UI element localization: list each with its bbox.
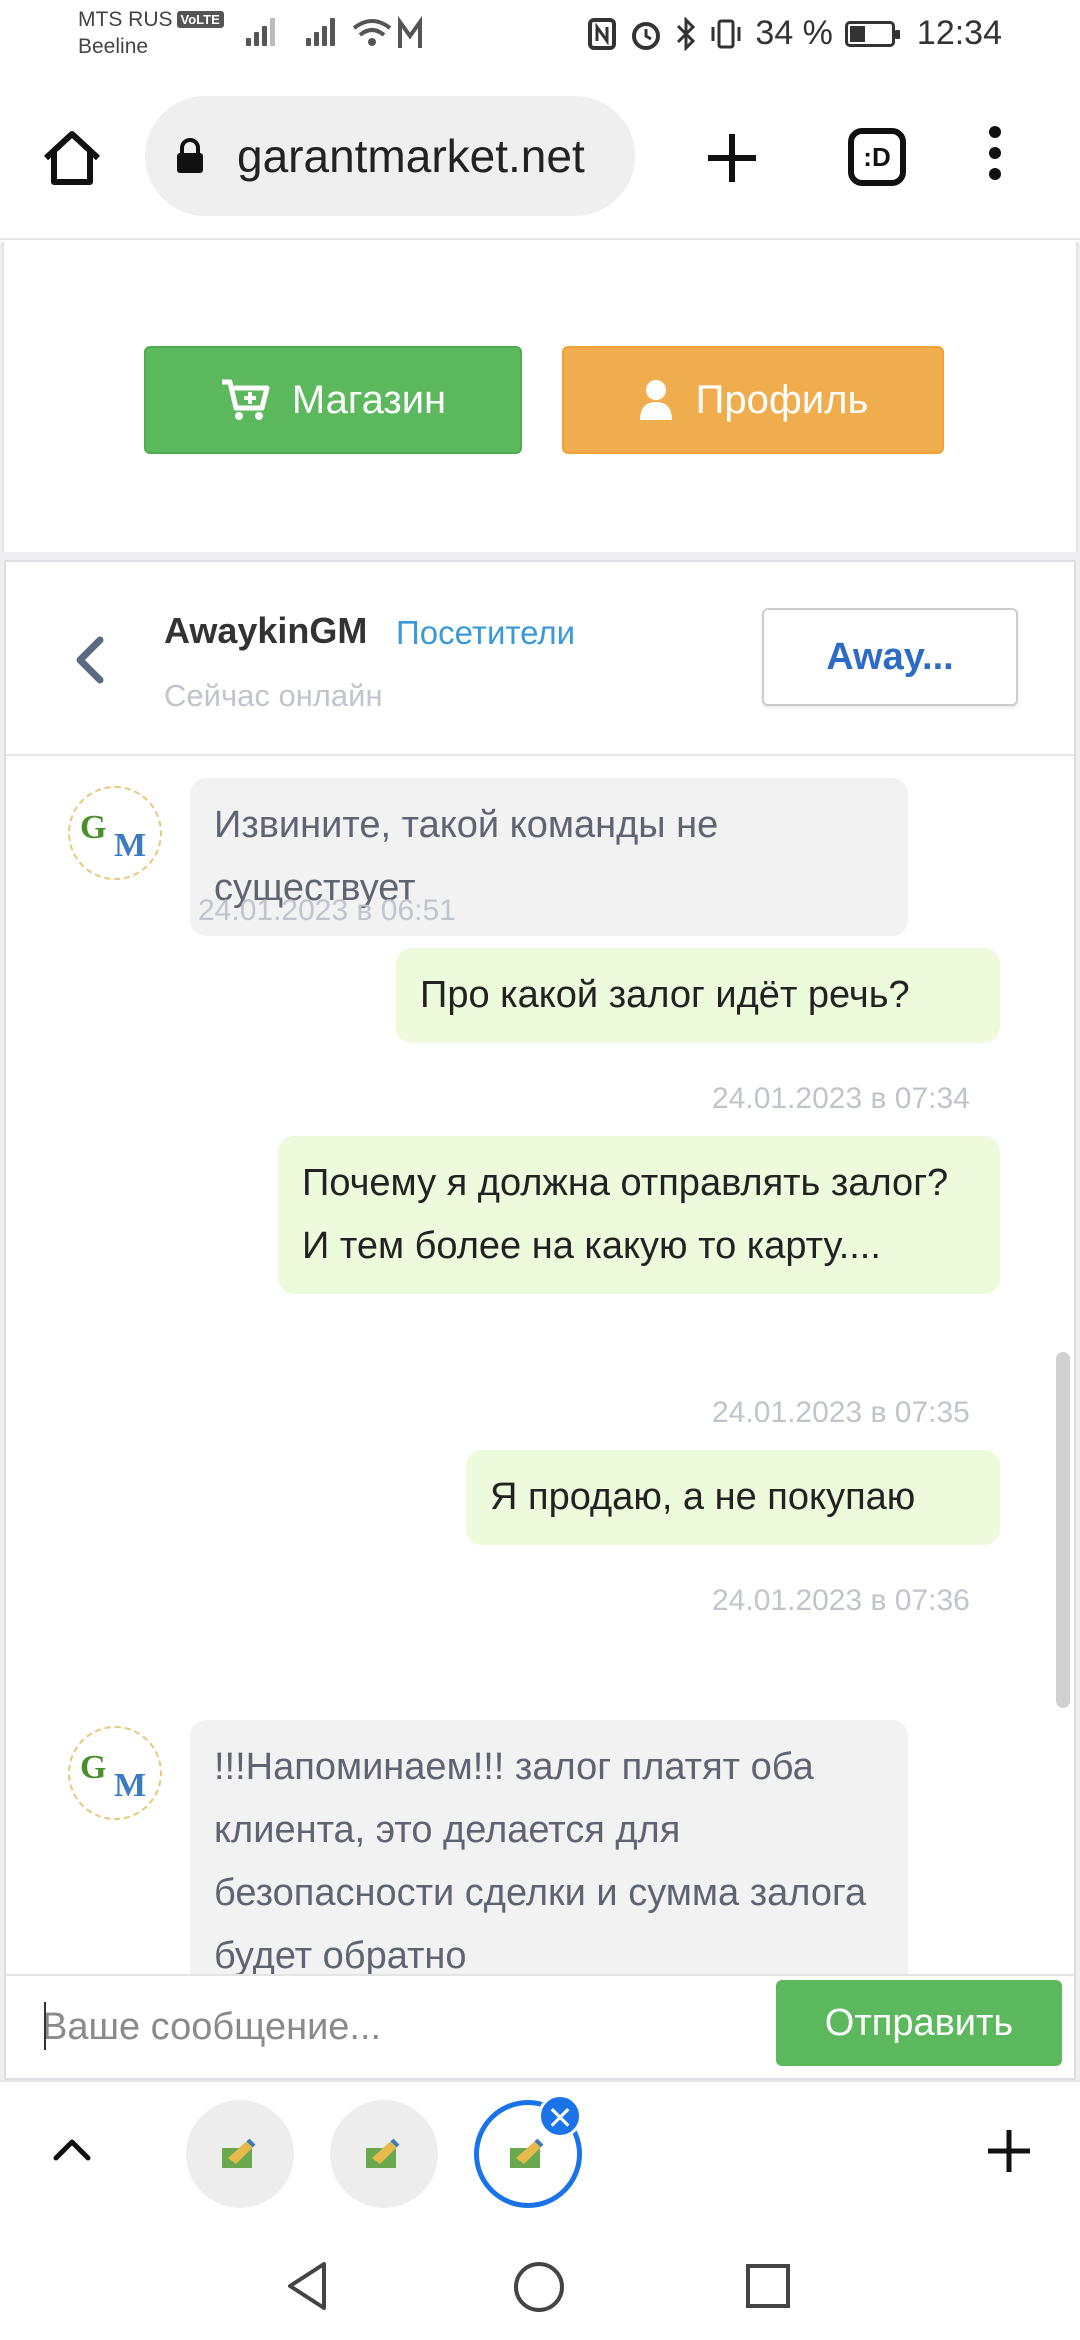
carrier-name-2: Beeline bbox=[78, 35, 149, 58]
message-bubble-outgoing: Я продаю, а не покупаю bbox=[466, 1450, 1000, 1545]
signal-icon-2 bbox=[306, 16, 335, 46]
page-content: Магазин Профиль AwaykinGM Посетители Сей… bbox=[0, 242, 1080, 2080]
contact-action-button[interactable]: Away... bbox=[762, 608, 1018, 706]
more-vertical-icon[interactable] bbox=[980, 126, 1010, 190]
nfc-icon bbox=[588, 17, 617, 50]
carrier-name-1: MTS RUS bbox=[78, 8, 173, 31]
recents-square-icon[interactable] bbox=[744, 2262, 792, 2310]
cart-plus-icon bbox=[221, 379, 270, 420]
alarm-icon bbox=[632, 21, 661, 50]
vibrate-icon bbox=[711, 19, 741, 48]
new-tab-plus-icon[interactable] bbox=[700, 126, 764, 190]
message-time: 24.01.2023 в 07:35 bbox=[712, 1396, 970, 1429]
tab-thumbnail-icon bbox=[366, 2138, 400, 2168]
wifi-icon bbox=[352, 15, 422, 48]
message-composer: Отправить bbox=[6, 1974, 1074, 2078]
chat-online-status: Сейчас онлайн bbox=[164, 678, 383, 713]
message-bubble-outgoing: Про какой залог идёт речь? bbox=[396, 948, 1000, 1043]
avatar: G M bbox=[68, 786, 162, 880]
profile-button[interactable]: Профиль bbox=[562, 346, 944, 454]
chevron-left-icon[interactable] bbox=[70, 634, 110, 686]
message-time: 24.01.2023 в 07:34 bbox=[712, 1082, 970, 1115]
chevron-up-icon[interactable] bbox=[48, 2126, 96, 2174]
tab-switcher-button[interactable]: :D bbox=[848, 128, 906, 186]
browser-tab-strip: ✕ bbox=[0, 2080, 1080, 2226]
back-triangle-icon[interactable] bbox=[284, 2260, 332, 2312]
signal-icon bbox=[246, 16, 275, 46]
bluetooth-icon bbox=[677, 16, 696, 51]
close-tab-icon[interactable]: ✕ bbox=[538, 2094, 582, 2138]
battery-percent: 34 % bbox=[755, 14, 833, 52]
tab-thumbnail-1[interactable] bbox=[186, 2100, 294, 2208]
plus-icon[interactable] bbox=[984, 2126, 1034, 2176]
carrier-info: MTS RUS VoLTE Beeline bbox=[78, 6, 224, 60]
system-nav-bar bbox=[0, 2228, 1080, 2340]
send-button[interactable]: Отправить bbox=[776, 1980, 1062, 2066]
shop-button-label: Магазин bbox=[291, 377, 447, 422]
chat-contact-name: AwaykinGM bbox=[164, 610, 368, 651]
volte-badge: VoLTE bbox=[176, 11, 224, 28]
message-input[interactable] bbox=[42, 1988, 762, 2066]
browser-toolbar: garantmarket.net :D bbox=[0, 76, 1080, 240]
avatar: G M bbox=[68, 1726, 162, 1820]
message-bubble-incoming: !!!Напоминаем!!! залог платят оба клиент… bbox=[190, 1720, 908, 1974]
battery-icon bbox=[844, 20, 900, 47]
chat-panel: AwaykinGM Посетители Сейчас онлайн Away.… bbox=[4, 560, 1076, 2080]
address-bar[interactable]: garantmarket.net bbox=[145, 96, 635, 216]
message-time: 24.01.2023 в 06:51 bbox=[198, 894, 456, 927]
svg-text:M: M bbox=[114, 1767, 146, 1804]
message-time: 24.01.2023 в 07:36 bbox=[712, 1584, 970, 1617]
text-caret bbox=[44, 2002, 46, 2050]
tab-thumbnail-icon bbox=[510, 2138, 544, 2168]
home-icon[interactable] bbox=[40, 126, 104, 190]
status-bar: MTS RUS VoLTE Beeline 34 % 12:34 bbox=[0, 0, 1080, 76]
home-circle-icon[interactable] bbox=[512, 2260, 566, 2314]
status-right: 34 % 12:34 bbox=[587, 14, 1002, 53]
svg-text:M: M bbox=[114, 827, 146, 864]
user-icon bbox=[639, 380, 672, 420]
tab-thumbnail-2[interactable] bbox=[330, 2100, 438, 2208]
scrollbar[interactable] bbox=[1056, 1352, 1070, 1708]
message-list[interactable]: G M Извините, такой команды не существуе… bbox=[6, 758, 1074, 1974]
chat-header: AwaykinGM Посетители Сейчас онлайн Away.… bbox=[6, 562, 1074, 756]
tab-thumbnail-icon bbox=[222, 2138, 256, 2168]
clock: 12:34 bbox=[916, 14, 1002, 52]
svg-text:G: G bbox=[80, 809, 106, 846]
url-text[interactable]: garantmarket.net bbox=[237, 96, 617, 216]
message-bubble-outgoing: Почему я должна отправлять залог? И тем … bbox=[278, 1136, 1000, 1294]
profile-button-label: Профиль bbox=[695, 377, 869, 422]
lock-icon bbox=[177, 138, 203, 173]
shop-button[interactable]: Магазин bbox=[144, 346, 522, 454]
chat-contact-group[interactable]: Посетители bbox=[396, 614, 575, 652]
svg-text:G: G bbox=[80, 1749, 106, 1786]
top-nav-card: Магазин Профиль bbox=[2, 242, 1078, 552]
